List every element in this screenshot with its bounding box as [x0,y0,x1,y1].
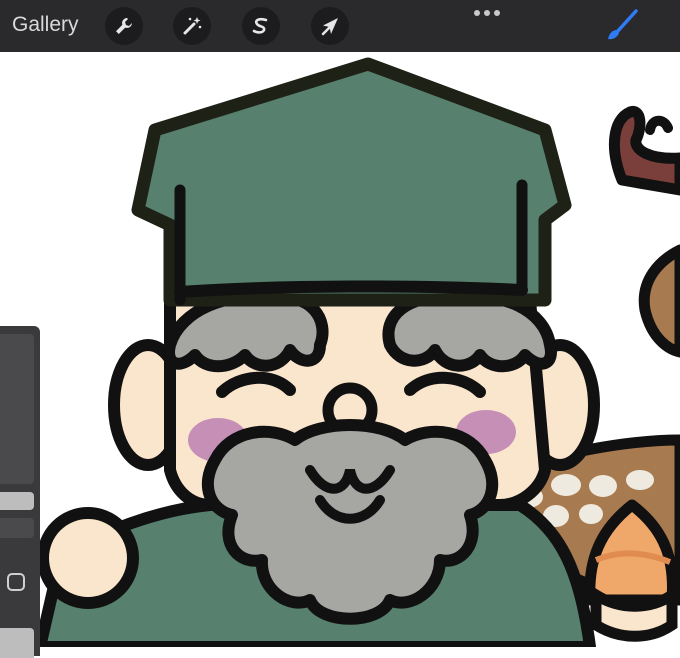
eyebrow-right [382,291,557,373]
brush-icon [608,9,638,40]
opacity-slider[interactable] [0,518,34,538]
left-sidebar [0,326,40,658]
square-icon [7,573,25,591]
drawing-canvas[interactable] [0,52,680,647]
modify-button[interactable] [6,572,26,592]
more-options-button[interactable] [474,10,500,18]
ellipsis-icon [484,10,490,16]
brush-tool-button[interactable] [600,8,640,44]
selection-button[interactable] [242,7,280,45]
adjustments-button[interactable] [173,7,211,45]
opacity-slider-handle[interactable] [0,628,34,658]
arrow-cursor-icon [321,18,338,36]
brush-size-slider-handle[interactable] [0,492,34,510]
brush-size-slider[interactable] [0,334,34,484]
magic-wand-icon [183,17,202,35]
top-toolbar: Gallery [0,0,680,52]
gnome-hand [37,507,139,609]
selection-s-icon [252,17,268,34]
actions-button[interactable] [105,7,143,45]
wrench-icon [116,18,132,34]
ellipsis-icon [474,10,480,16]
gallery-button[interactable]: Gallery [12,13,79,37]
transform-button[interactable] [311,7,349,45]
ellipsis-icon [494,10,500,16]
